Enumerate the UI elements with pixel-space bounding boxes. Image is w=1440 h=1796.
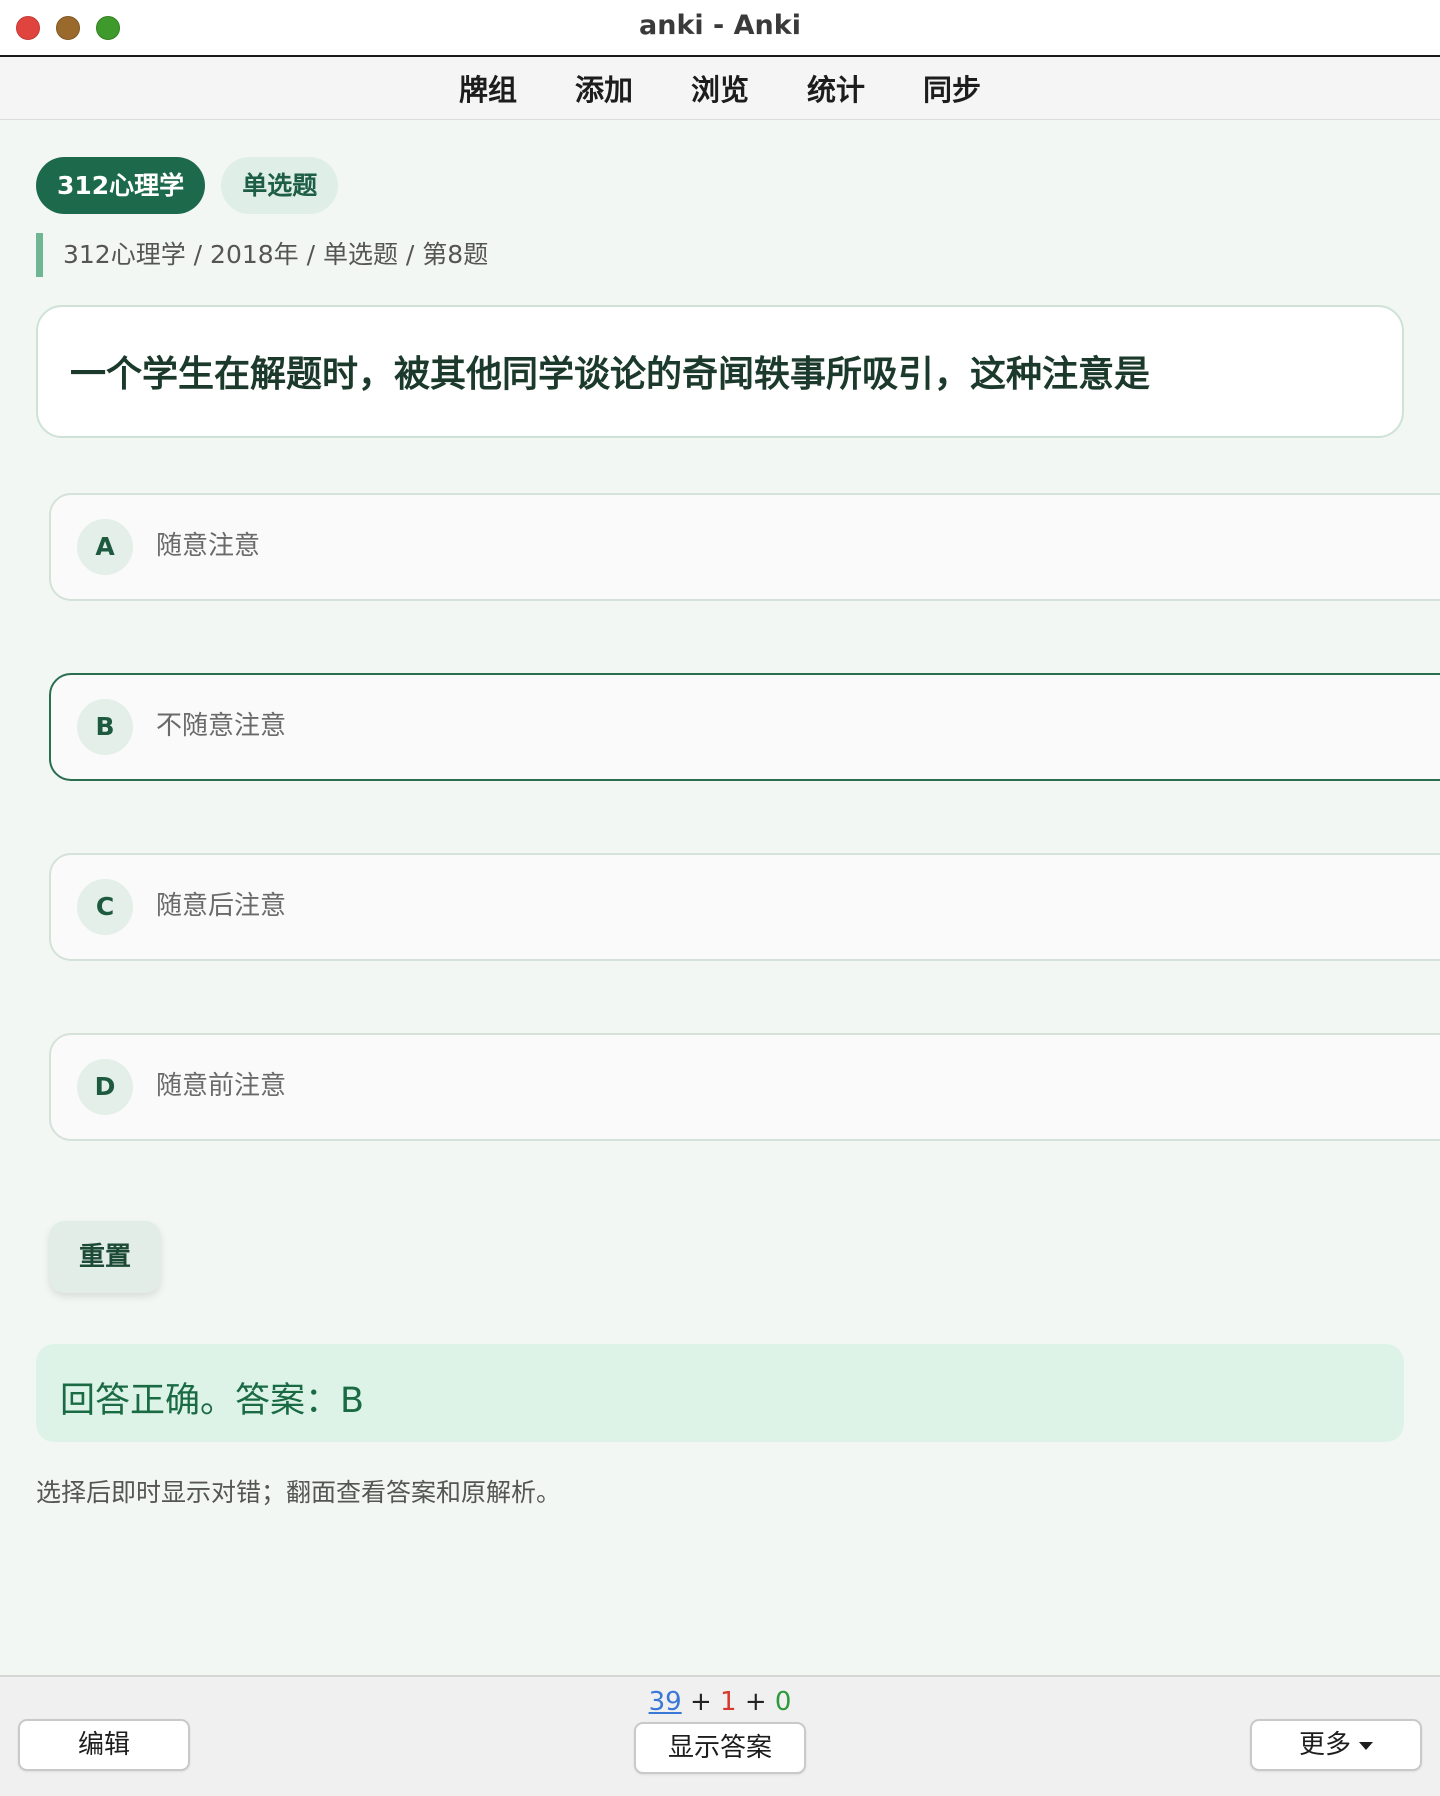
- hint-text: 选择后即时显示对错；翻面查看答案和原解析。: [36, 1478, 562, 1507]
- option-b[interactable]: B 不随意注意: [49, 673, 1440, 781]
- toolbar-browse[interactable]: 浏览: [691, 67, 749, 109]
- count-separator: +: [744, 1687, 767, 1717]
- main-toolbar: 牌组 添加 浏览 统计 同步: [0, 57, 1440, 120]
- option-d[interactable]: D 随意前注意: [49, 1033, 1440, 1141]
- tag-subject: 312心理学: [36, 157, 206, 214]
- count-learn: 1: [720, 1687, 737, 1717]
- result-text: 回答正确。答案：B: [60, 1381, 365, 1421]
- option-letter: D: [77, 1059, 133, 1115]
- option-text: 随意注意: [156, 531, 261, 561]
- show-answer-label: 显示答案: [667, 1733, 772, 1763]
- question-card: 一个学生在解题时，被其他同学谈论的奇闻轶事所吸引，这种注意是: [36, 305, 1404, 438]
- count-new[interactable]: 39: [649, 1687, 682, 1717]
- card-content: 312心理学 单选题 312心理学 / 2018年 / 单选题 / 第8题 一个…: [0, 120, 1440, 1675]
- count-separator: +: [689, 1687, 712, 1717]
- anki-window: anki - Anki 牌组 添加 浏览 统计 同步 312心理学 单选题 31…: [0, 0, 1440, 1796]
- title-bar: anki - Anki: [0, 0, 1440, 57]
- due-counts: 39 + 1 + 0: [0, 1687, 1440, 1717]
- show-answer-button[interactable]: 显示答案: [634, 1722, 806, 1774]
- more-button-label: 更多: [1298, 1730, 1351, 1760]
- bottom-bar: 39 + 1 + 0 编辑 显示答案 更多: [0, 1675, 1440, 1796]
- result-banner: 回答正确。答案：B: [36, 1344, 1404, 1442]
- count-review: 0: [774, 1687, 792, 1717]
- option-text: 随意前注意: [156, 1071, 287, 1101]
- question-text: 一个学生在解题时，被其他同学谈论的奇闻轶事所吸引，这种注意是: [70, 354, 1151, 395]
- toolbar-add[interactable]: 添加: [575, 67, 633, 109]
- tag-question-type: 单选题: [221, 157, 339, 214]
- toolbar-decks[interactable]: 牌组: [459, 67, 517, 109]
- caret-down-icon: [1359, 1741, 1373, 1750]
- option-letter: A: [77, 519, 133, 575]
- toolbar-sync[interactable]: 同步: [923, 67, 981, 109]
- option-c[interactable]: C 随意后注意: [49, 853, 1440, 961]
- toolbar-stats[interactable]: 统计: [807, 67, 865, 109]
- tag-list: 312心理学 单选题: [36, 157, 339, 214]
- option-letter: B: [77, 699, 133, 755]
- more-button[interactable]: 更多: [1250, 1719, 1422, 1771]
- option-text: 不随意注意: [156, 711, 287, 741]
- edit-button[interactable]: 编辑: [18, 1719, 190, 1771]
- option-letter: C: [77, 879, 133, 935]
- edit-button-label: 编辑: [77, 1730, 130, 1760]
- breadcrumb: 312心理学 / 2018年 / 单选题 / 第8题: [36, 233, 488, 277]
- reset-button[interactable]: 重置: [49, 1221, 161, 1293]
- option-a[interactable]: A 随意注意: [49, 493, 1440, 601]
- option-text: 随意后注意: [156, 891, 287, 921]
- window-title: anki - Anki: [639, 10, 801, 41]
